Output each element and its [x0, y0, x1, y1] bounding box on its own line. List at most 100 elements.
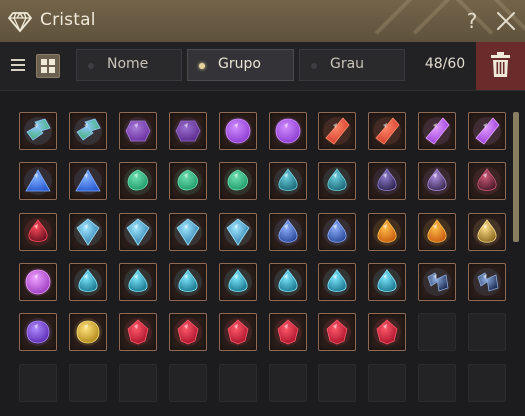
cyan-diamond-gem-icon [174, 218, 202, 246]
grid-view-icon[interactable] [36, 54, 60, 78]
inventory-slot[interactable] [368, 364, 406, 402]
green-gem-stack-icon [74, 117, 102, 145]
purple-glow-shard-icon [473, 117, 501, 145]
inventory-slot[interactable] [368, 162, 406, 200]
inventory-slot[interactable] [19, 263, 57, 301]
inventory-slot[interactable] [119, 313, 157, 351]
inventory-slot[interactable] [219, 213, 257, 251]
gold-orb-gem-icon [74, 318, 102, 346]
scrollbar-thumb[interactable] [513, 112, 519, 242]
inventory-slot[interactable] [169, 162, 207, 200]
inventory-slot[interactable] [468, 364, 506, 402]
inventory-grid [0, 91, 525, 416]
inventory-slot[interactable] [169, 263, 207, 301]
inventory-slot[interactable] [69, 162, 107, 200]
blue-triangle-gem-icon [24, 167, 52, 195]
inventory-slot[interactable] [368, 213, 406, 251]
pink-violet-gem-icon [24, 268, 52, 296]
inventory-slot[interactable] [418, 313, 456, 351]
inventory-slot[interactable] [119, 364, 157, 402]
close-icon[interactable] [493, 8, 519, 34]
tab-label: Grupo [218, 56, 261, 72]
inventory-slot[interactable] [69, 112, 107, 150]
inventory-slot[interactable] [468, 213, 506, 251]
inventory-count: 48/60 [424, 56, 466, 72]
inventory-slot[interactable] [219, 313, 257, 351]
list-view-icon[interactable] [7, 54, 29, 76]
inventory-slot[interactable] [19, 364, 57, 402]
inventory-slot[interactable] [418, 263, 456, 301]
inventory-slot[interactable] [269, 313, 307, 351]
inventory-slot[interactable] [468, 313, 506, 351]
violet-round-gem-icon [274, 117, 302, 145]
dark-violet-drop-gem-icon [373, 167, 401, 195]
inventory-slot[interactable] [169, 313, 207, 351]
inventory-slot[interactable] [368, 112, 406, 150]
cyan-teardrop-gem-icon [323, 268, 351, 296]
inventory-slot[interactable] [219, 162, 257, 200]
inventory-slot[interactable] [19, 112, 57, 150]
inventory-slot[interactable] [418, 364, 456, 402]
tab-label: Grau [330, 56, 365, 72]
inventory-slot[interactable] [169, 112, 207, 150]
inventory-slot[interactable] [318, 112, 356, 150]
inventory-slot[interactable] [219, 112, 257, 150]
tab-grau[interactable]: Grau [299, 49, 405, 81]
tab-grupo[interactable]: Grupo [187, 49, 294, 81]
inventory-slot[interactable] [418, 213, 456, 251]
inventory-slot[interactable] [468, 112, 506, 150]
inventory-slot[interactable] [269, 213, 307, 251]
inventory-slot[interactable] [119, 112, 157, 150]
title-bar: Cristal ? [0, 0, 525, 42]
cyan-teardrop-gem-icon [174, 268, 202, 296]
red-ruby-gem-icon [373, 318, 401, 346]
inventory-slot[interactable] [318, 213, 356, 251]
inventory-slot[interactable] [69, 213, 107, 251]
inventory-slot[interactable] [468, 263, 506, 301]
inventory-slot[interactable] [318, 364, 356, 402]
inventory-slot[interactable] [468, 162, 506, 200]
dark-red-drop-gem-icon [473, 167, 501, 195]
blue-pear-gem-icon [323, 218, 351, 246]
inventory-slot[interactable] [368, 263, 406, 301]
trash-icon [491, 52, 510, 77]
inventory-slot[interactable] [69, 263, 107, 301]
inventory-slot[interactable] [269, 162, 307, 200]
green-gem-stack-icon [24, 117, 52, 145]
inventory-slot[interactable] [418, 162, 456, 200]
cyan-diamond-gem-icon [224, 218, 252, 246]
inventory-slot[interactable] [169, 213, 207, 251]
inventory-slot[interactable] [418, 112, 456, 150]
cyan-diamond-gem-icon [124, 218, 152, 246]
gold-pear-gem-icon [473, 218, 501, 246]
inventory-slot[interactable] [368, 313, 406, 351]
red-ruby-gem-icon [224, 318, 252, 346]
crystal-gem-icon [8, 12, 32, 33]
inventory-slot[interactable] [19, 213, 57, 251]
inventory-slot[interactable] [69, 313, 107, 351]
inventory-slot[interactable] [269, 263, 307, 301]
red-ruby-gem-icon [124, 318, 152, 346]
inventory-slot[interactable] [119, 162, 157, 200]
inventory-slot[interactable] [69, 364, 107, 402]
inventory-slot[interactable] [119, 263, 157, 301]
help-button[interactable]: ? [461, 8, 483, 34]
tab-nome[interactable]: Nome [76, 49, 182, 81]
delete-button[interactable] [476, 42, 525, 90]
inventory-slot[interactable] [19, 313, 57, 351]
inventory-slot[interactable] [219, 364, 257, 402]
inventory-slot[interactable] [269, 112, 307, 150]
inventory-slot[interactable] [19, 162, 57, 200]
inventory-slot[interactable] [219, 263, 257, 301]
dark-blue-shard-cluster-icon [473, 268, 501, 296]
inventory-slot[interactable] [119, 213, 157, 251]
cyan-diamond-gem-icon [74, 218, 102, 246]
dark-violet-drop-gem-icon [423, 167, 451, 195]
inventory-slot[interactable] [318, 263, 356, 301]
inventory-slot[interactable] [318, 313, 356, 351]
inventory-slot[interactable] [269, 364, 307, 402]
red-shard-gem-icon [373, 117, 401, 145]
green-oval-gem-icon [174, 167, 202, 195]
inventory-slot[interactable] [318, 162, 356, 200]
inventory-slot[interactable] [169, 364, 207, 402]
